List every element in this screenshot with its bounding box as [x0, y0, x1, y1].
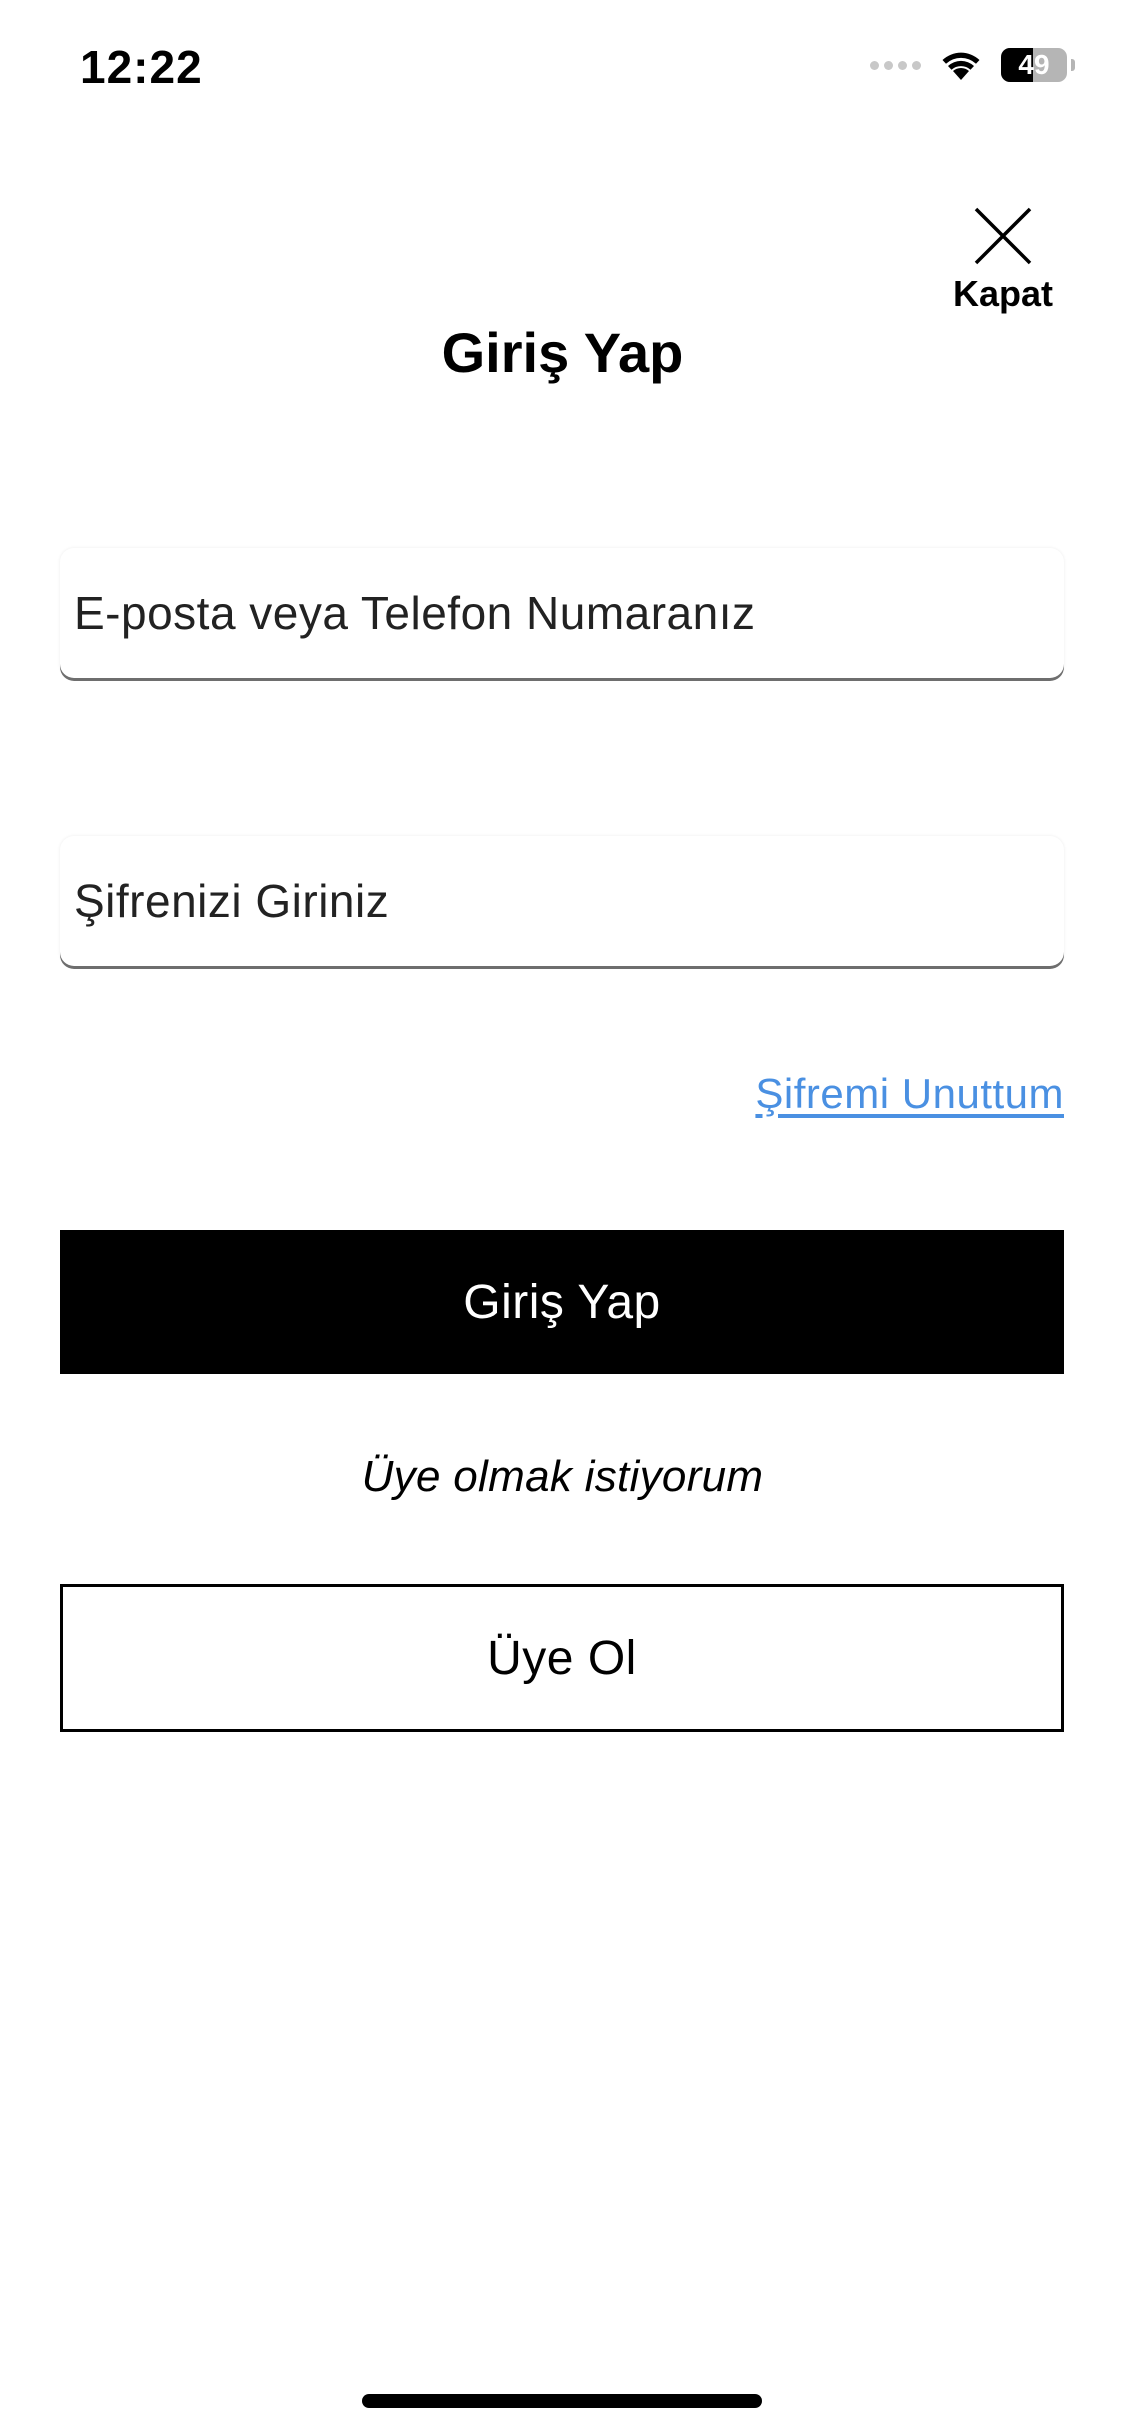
status-bar: 12:22 49 — [0, 0, 1125, 140]
signup-button[interactable]: Üye Ol — [60, 1584, 1064, 1732]
password-input[interactable] — [60, 836, 1064, 966]
battery-icon: 49 — [1001, 48, 1067, 82]
home-indicator[interactable] — [362, 2394, 762, 2408]
cellular-signal-icon — [870, 60, 921, 70]
email-or-phone-input[interactable] — [60, 548, 1064, 678]
forgot-password-link[interactable]: Şifremi Unuttum — [755, 1070, 1064, 1118]
wifi-icon — [942, 52, 980, 80]
status-icons: 49 — [870, 48, 1075, 82]
login-button[interactable]: Giriş Yap — [60, 1230, 1064, 1374]
battery-level: 49 — [1018, 49, 1050, 80]
close-label: Kapat — [952, 273, 1054, 314]
status-time: 12:22 — [80, 41, 203, 93]
close-icon — [974, 207, 1032, 265]
page-title: Giriş Yap — [441, 321, 684, 384]
email-field-container — [60, 548, 1064, 678]
close-button[interactable]: Kapat — [943, 205, 1063, 315]
password-field-container — [60, 836, 1064, 966]
signup-prompt: Üye olmak istiyorum — [361, 1452, 764, 1501]
battery-nub — [1071, 59, 1075, 71]
